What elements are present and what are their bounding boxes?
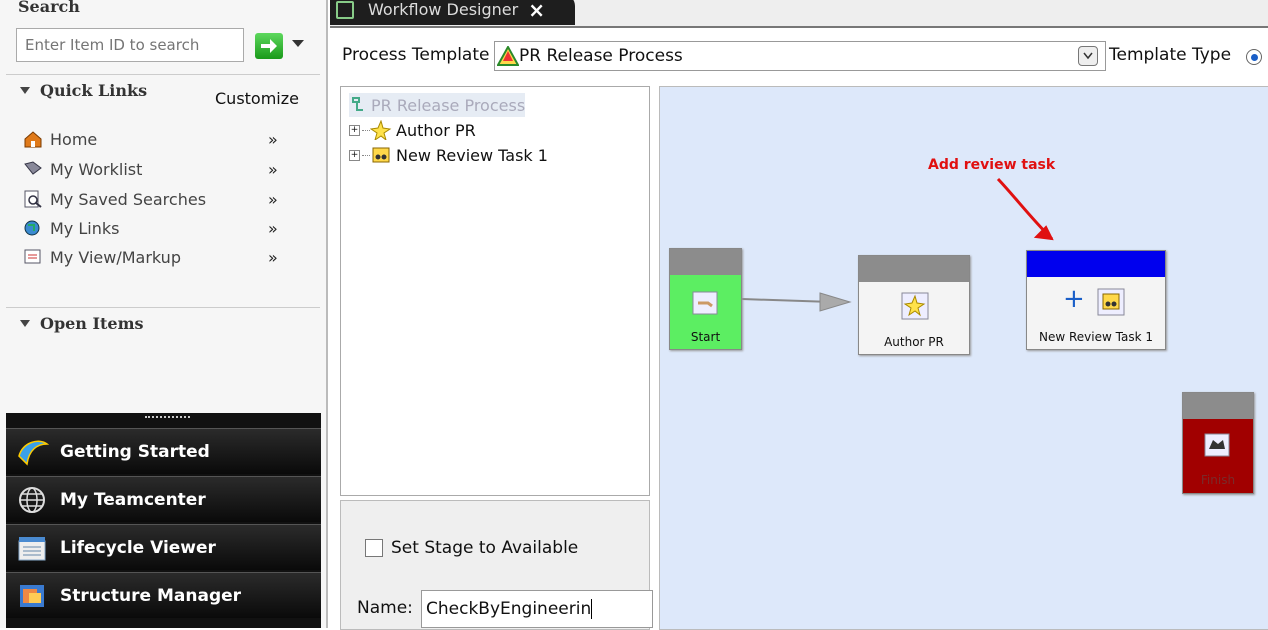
globe-icon	[12, 480, 52, 520]
resize-grip[interactable]	[145, 416, 190, 422]
chevron-down-icon[interactable]	[1078, 46, 1098, 66]
workflow-canvas[interactable]: Add review task Start Author PR + New Re…	[659, 86, 1268, 630]
template-type-radio[interactable]	[1246, 49, 1262, 65]
process-template-value: PR Release Process	[519, 46, 683, 66]
task-star-icon	[901, 292, 929, 320]
nav-label: My Teamcenter	[60, 489, 206, 510]
start-node[interactable]: Start	[669, 248, 742, 350]
nav-structure-manager[interactable]: Structure Manager	[6, 572, 321, 618]
workflow-designer: Workflow Designer × Process Template PR …	[330, 0, 1268, 630]
template-type-label: Template Type	[1109, 45, 1232, 65]
process-root-icon	[352, 97, 363, 111]
saved-search-icon	[22, 189, 44, 209]
review-task-icon	[372, 147, 390, 163]
divider	[6, 74, 320, 75]
review-task-icon	[1097, 288, 1125, 316]
tab-workflow-designer[interactable]: Workflow Designer ×	[330, 0, 575, 25]
tree-root-label: PR Release Process	[371, 95, 526, 115]
author-pr-label: Author PR	[884, 335, 944, 349]
tree-node-new-review-task-1[interactable]: + New Review Task 1	[349, 143, 548, 167]
expand-icon[interactable]: +	[349, 149, 360, 161]
start-label: Start	[690, 330, 721, 344]
name-field[interactable]: CheckByEngineerin	[421, 590, 653, 628]
search-go-button[interactable]	[255, 33, 283, 59]
tree-node-label: Author PR	[396, 120, 476, 140]
set-stage-checkbox[interactable]	[365, 539, 383, 557]
task-star-icon	[370, 120, 392, 140]
chevron-right-icon[interactable]: »	[268, 190, 278, 209]
nav-label: Lifecycle Viewer	[60, 537, 216, 558]
tree-root[interactable]: PR Release Process	[349, 93, 526, 117]
finish-flag-icon	[1204, 433, 1230, 457]
quick-links-heading: Quick Links	[40, 81, 148, 100]
nav-label: Getting Started	[60, 441, 210, 462]
set-stage-label: Set Stage to Available	[391, 538, 579, 558]
home-icon	[22, 129, 44, 149]
quick-link-my-worklist[interactable]: My Worklist »	[22, 156, 302, 182]
task-properties: Set Stage to Available Name: CheckByEngi…	[340, 500, 653, 630]
tree-node-author-pr[interactable]: + Author PR	[349, 118, 476, 142]
add-icon[interactable]: +	[1063, 284, 1085, 314]
customize-link[interactable]: Customize	[215, 89, 299, 108]
quick-links-collapse-icon[interactable]	[20, 87, 30, 94]
quick-link-label: Home	[50, 129, 98, 149]
chevron-right-icon[interactable]: »	[268, 160, 278, 179]
lifecycle-viewer-icon	[12, 528, 52, 568]
name-field-value: CheckByEngineerin	[426, 599, 592, 619]
set-stage-checkbox-row[interactable]: Set Stage to Available	[365, 538, 578, 558]
links-icon	[22, 218, 44, 238]
markup-icon	[22, 247, 44, 267]
quick-link-my-view-markup[interactable]: My View/Markup »	[22, 244, 302, 270]
quick-link-label: My Links	[50, 218, 120, 238]
quick-link-my-links[interactable]: My Links »	[22, 215, 302, 241]
finish-label: Finish	[1200, 473, 1236, 487]
open-items-heading: Open Items	[40, 314, 144, 333]
annotation-arrow-icon	[996, 177, 1054, 241]
process-template-icon	[497, 46, 519, 66]
navigation-panel: Search Quick Links Customize Home » My W…	[0, 0, 328, 628]
divider	[6, 307, 320, 308]
annotation-text: Add review task	[928, 157, 1056, 173]
chevron-right-icon[interactable]: »	[268, 219, 278, 238]
nav-my-teamcenter[interactable]: My Teamcenter	[6, 476, 321, 522]
open-items-collapse-icon[interactable]	[20, 320, 30, 327]
arrow-right-icon	[261, 39, 277, 53]
close-icon[interactable]: ×	[528, 0, 545, 22]
search-heading: Search	[18, 0, 80, 16]
transition-arrow[interactable]	[740, 287, 860, 317]
tree-node-label: New Review Task 1	[396, 145, 548, 165]
search-options-dropdown[interactable]	[292, 40, 304, 47]
nav-label: Structure Manager	[60, 585, 242, 606]
structure-manager-icon	[12, 576, 52, 616]
finish-node[interactable]: Finish	[1182, 392, 1254, 494]
quick-link-label: My View/Markup	[50, 247, 181, 267]
author-pr-node[interactable]: Author PR	[858, 255, 970, 355]
review-task-node[interactable]: + New Review Task 1	[1026, 250, 1166, 350]
chevron-right-icon[interactable]: »	[268, 130, 278, 149]
expand-icon[interactable]: +	[349, 124, 360, 136]
getting-started-icon	[12, 432, 52, 472]
quick-link-label: My Worklist	[50, 159, 143, 179]
quick-link-home[interactable]: Home »	[22, 126, 302, 152]
chevron-right-icon[interactable]: »	[268, 248, 278, 267]
nav-getting-started[interactable]: Getting Started	[6, 428, 321, 474]
quick-link-my-saved-searches[interactable]: My Saved Searches »	[22, 186, 302, 212]
name-label: Name:	[357, 598, 413, 618]
workflow-icon	[336, 0, 354, 19]
process-tree: PR Release Process + Author PR + New Rev…	[340, 86, 650, 496]
process-template-label: Process Template	[342, 45, 490, 65]
nav-lifecycle-viewer[interactable]: Lifecycle Viewer	[6, 524, 321, 570]
search-input[interactable]	[16, 28, 244, 62]
worklist-icon	[22, 159, 44, 179]
tab-label: Workflow Designer	[368, 0, 519, 19]
quick-link-label: My Saved Searches	[50, 189, 207, 209]
start-icon	[692, 291, 718, 315]
process-template-select[interactable]: PR Release Process	[494, 41, 1106, 71]
review-task-label: New Review Task 1	[1039, 330, 1153, 344]
